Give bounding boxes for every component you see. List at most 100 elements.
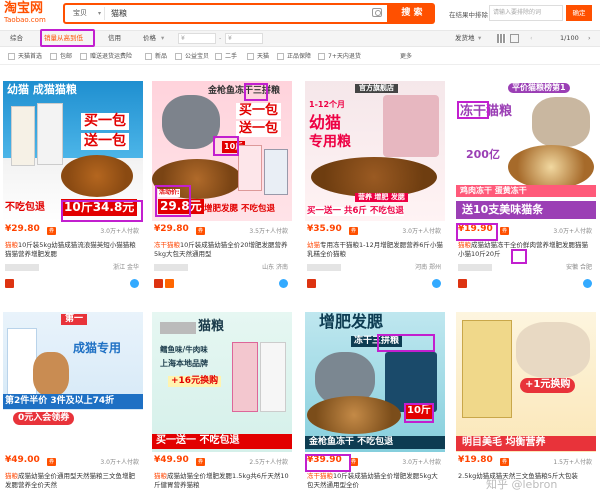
shop-name-blurred[interactable] [154, 264, 188, 271]
taobao-logo[interactable]: 淘宝网 Taobao.com [4, 2, 58, 26]
filter-genuine[interactable]: 正品保障 [277, 48, 311, 65]
filter-7day-return[interactable]: 7+天内退货 [318, 48, 361, 65]
checkbox[interactable] [50, 53, 57, 60]
kibble-pile [307, 396, 401, 434]
sort-comprehensive[interactable]: 综合 [10, 31, 23, 46]
filter-new[interactable]: 新品 [145, 48, 167, 65]
product-image[interactable]: 增肥发腮 冻干三拼粮 10斤 金枪鱼冻干 不吃包退 [305, 312, 445, 452]
delivery-location-select[interactable]: 发货地 [455, 31, 475, 46]
product-sales: 3.0万+人付款 [100, 228, 139, 235]
camera-icon[interactable] [372, 8, 382, 17]
exclude-input[interactable]: 请输入要排除的词 [489, 5, 563, 21]
title-rest: 成猫幼猫全价增肥发腮1.5kg共6斤天然10斤健胃营养猫粮 [154, 472, 289, 489]
coupon-badge: 券 [47, 227, 56, 235]
product-title[interactable]: 猫粮成猫幼猫全价通用型天然猫粮三文鱼增肥发腮营养全价天然 [5, 472, 141, 490]
product-image[interactable]: +1元换购 明目美毛 均衡营养 [456, 312, 596, 452]
image-promo: 买一包 [81, 113, 129, 130]
freeze-dried-highlight [244, 83, 268, 101]
product-image[interactable]: 官方旗舰店 1-12个月 幼猫 专用粮 营养 增肥 发腮 买一送一 共6斤 不吃… [305, 81, 445, 221]
coupon-badge: 券 [500, 227, 509, 235]
product-image[interactable]: 猫粮 鳕鱼味/牛肉味 上海本地品牌 +16元换购 买一送一 不吃包退 [152, 312, 292, 452]
food-bag [232, 342, 258, 412]
blurred-brand [160, 322, 196, 334]
filter-tmall-pick[interactable]: 天猫首选 [8, 48, 42, 65]
checkbox[interactable] [215, 53, 222, 60]
product-title[interactable]: 冻干猫粮10斤装成猫幼猫全价增肥发腮5kg大包天然通用型全价 [307, 472, 443, 490]
confirm-button[interactable]: 确定 [566, 5, 592, 21]
sort-price[interactable]: 价格 [143, 31, 156, 46]
filter-label: 正品保障 [287, 53, 312, 60]
wangwang-chat-icon[interactable] [130, 279, 139, 288]
price-highlight [155, 185, 191, 217]
next-page-icon[interactable]: › [588, 31, 591, 46]
food-bag [260, 342, 286, 412]
coupon-badge: 券 [47, 458, 56, 466]
checkbox[interactable] [80, 53, 87, 60]
wangwang-chat-icon[interactable] [583, 279, 592, 288]
list-view-icon[interactable] [510, 34, 519, 43]
filter-label: 二手 [225, 53, 238, 60]
filter-tmall[interactable]: 天猫 [247, 48, 269, 65]
search-input[interactable]: 猫粮 [111, 7, 127, 20]
filter-free-shipping[interactable]: 包邮 [50, 48, 72, 65]
price-from-input[interactable]: ¥ [178, 33, 216, 44]
price-highlight [61, 200, 143, 222]
filter-more[interactable]: 更多 [400, 48, 412, 65]
logo-en: Taobao.com [4, 16, 46, 24]
shop-name-blurred[interactable] [458, 264, 492, 271]
checkbox[interactable] [175, 53, 182, 60]
shop-name-blurred[interactable] [307, 264, 341, 271]
image-headline: 专用粮 [309, 134, 351, 150]
title-keyword: 猫粮 [154, 472, 167, 480]
wangwang-chat-icon[interactable] [279, 279, 288, 288]
image-headline: 幼猫 成猫猫粮 [7, 83, 77, 96]
title-prefix: 冻干 [154, 241, 167, 249]
price-to-input[interactable]: ¥ [225, 33, 263, 44]
image-headline: 幼猫 [309, 113, 342, 132]
image-addon-offer: +16元换购 [168, 376, 222, 388]
shop-badge-icon [154, 279, 163, 288]
checkbox[interactable] [318, 53, 325, 60]
filter-charity[interactable]: 公益宝贝 [175, 48, 209, 65]
shop-name-blurred[interactable] [5, 264, 39, 271]
checkbox[interactable] [247, 53, 254, 60]
weight-highlight [404, 403, 434, 423]
product-title[interactable]: 冻干猫粮10斤装成猫幼猫全价20增肥发腮营养5kg大包天然通用型 [154, 241, 290, 259]
checkbox[interactable] [8, 53, 15, 60]
new-badge-icon [165, 279, 174, 288]
image-addon-offer: +1元换购 [520, 378, 576, 393]
image-store-badge: 官方旗舰店 [355, 84, 398, 94]
chevron-down-icon: ▾ [161, 34, 165, 42]
product-location: 河南 郑州 [415, 264, 441, 271]
prev-page-icon[interactable]: ‹ [530, 31, 533, 46]
product-title[interactable]: 猫粮成猫幼猫全价增肥发腮1.5kg共6斤天然10斤健胃营养猫粮 [154, 472, 290, 490]
image-promo: 送一包 [236, 121, 282, 137]
product-price: ¥29.80 [5, 224, 40, 234]
food-bag [383, 95, 439, 157]
product-title[interactable]: 幼猫专用冻干猫粮1-12月增肥发腮营养6斤小猫乳糕全价猫粮 [307, 241, 443, 259]
wangwang-chat-icon[interactable] [432, 279, 441, 288]
checkbox[interactable] [145, 53, 152, 60]
filter-return-insurance[interactable]: 赠送退货运费险 [80, 48, 132, 65]
title-prefix: 猫粮 [458, 241, 471, 249]
grid-view-icon[interactable] [497, 34, 506, 43]
product-image[interactable]: 第一 成猫专用 第2件半价 3件及以上74折 0元入会领券 [3, 312, 143, 452]
product-sales: 3.0万+人付款 [402, 459, 441, 466]
filter-label: 包邮 [60, 53, 73, 60]
freeze-dried-highlight [457, 101, 489, 119]
sort-credit[interactable]: 信用 [108, 31, 121, 46]
checkbox[interactable] [277, 53, 284, 60]
filter-used[interactable]: 二手 [215, 48, 237, 65]
image-promo: 送一包 [81, 133, 129, 150]
product-title[interactable]: 猫粮10斤装5kg幼猫成猫流浪猫英短小猫猫粮猫猫营养增肥发腮 [5, 241, 141, 259]
price-highlight [456, 223, 498, 241]
image-promo: 送10支美味猫条 [456, 201, 596, 219]
image-promo: 买一送一 共6斤 不吃包退 [307, 206, 404, 216]
product-location: 浙江 金华 [113, 264, 139, 271]
cat-photo [516, 322, 590, 378]
product-sales: 3.5万+人付款 [249, 228, 288, 235]
image-promo: 第2件半价 3件及以上74折 [3, 394, 143, 410]
search-button[interactable]: 搜 索 [389, 3, 435, 24]
search-category-select[interactable]: 宝贝 ▾ [67, 7, 105, 20]
filter-label: 公益宝贝 [185, 53, 210, 60]
